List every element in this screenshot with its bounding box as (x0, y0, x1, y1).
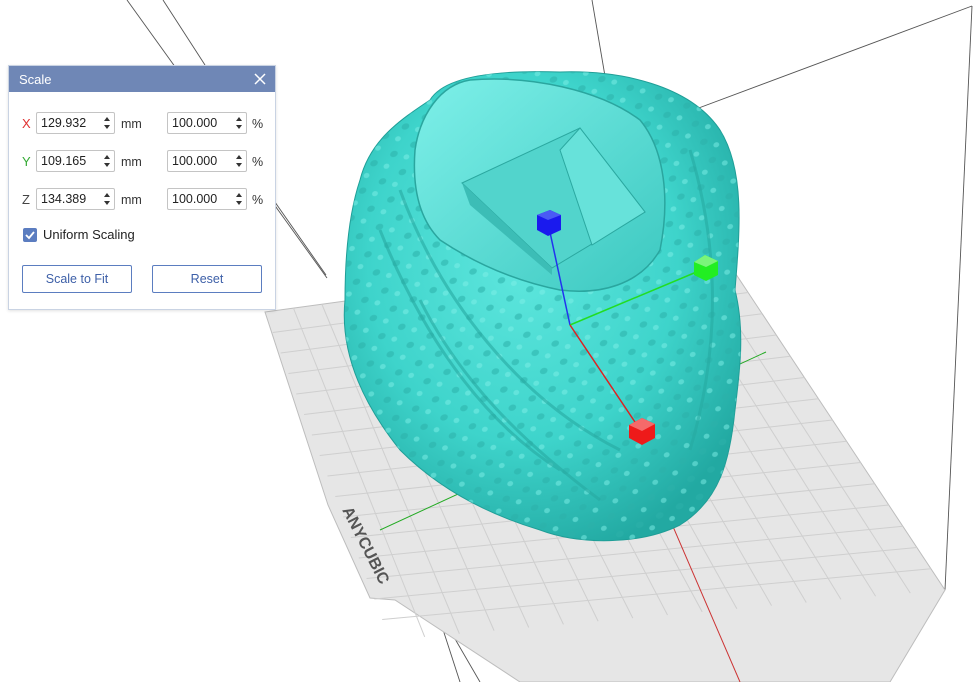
x-size-field[interactable] (36, 112, 115, 134)
x-axis-row: X mm % (9, 112, 275, 136)
z-size-stepper[interactable] (102, 191, 112, 207)
stepper-down-icon[interactable] (102, 161, 112, 169)
y-percent-stepper[interactable] (234, 153, 244, 169)
y-axis-label: Y (22, 154, 31, 169)
stepper-up-icon[interactable] (102, 191, 112, 199)
x-size-unit: mm (121, 117, 142, 131)
panel-title: Scale (19, 71, 52, 87)
scale-panel: Scale X mm % Y (8, 65, 276, 310)
reset-button[interactable]: Reset (152, 265, 262, 293)
z-axis-label: Z (22, 192, 30, 207)
stepper-down-icon[interactable] (102, 123, 112, 131)
stepper-up-icon[interactable] (234, 153, 244, 161)
x-axis-label: X (22, 116, 31, 131)
scale-to-fit-button[interactable]: Scale to Fit (22, 265, 132, 293)
uniform-scaling-checkbox[interactable] (23, 227, 37, 242)
z-axis-row: Z mm % (9, 188, 275, 212)
uniform-scaling-option[interactable]: Uniform Scaling (23, 227, 135, 242)
stepper-down-icon[interactable] (234, 199, 244, 207)
z-percent-input[interactable] (168, 191, 234, 207)
z-size-unit: mm (121, 193, 142, 207)
y-axis-row: Y mm % (9, 150, 275, 174)
y-size-input[interactable] (37, 153, 103, 169)
y-size-field[interactable] (36, 150, 115, 172)
x-size-stepper[interactable] (102, 115, 112, 131)
stepper-up-icon[interactable] (234, 115, 244, 123)
x-percent-input[interactable] (168, 115, 234, 131)
z-size-input[interactable] (37, 191, 103, 207)
x-percent-field[interactable] (167, 112, 247, 134)
stepper-down-icon[interactable] (234, 161, 244, 169)
y-percent-field[interactable] (167, 150, 247, 172)
z-percent-stepper[interactable] (234, 191, 244, 207)
panel-header: Scale (9, 66, 275, 92)
x-size-input[interactable] (37, 115, 103, 131)
stepper-up-icon[interactable] (234, 191, 244, 199)
z-percent-unit: % (252, 193, 264, 207)
checkmark-icon (25, 230, 35, 239)
stepper-up-icon[interactable] (102, 153, 112, 161)
close-icon[interactable] (251, 70, 269, 88)
y-percent-input[interactable] (168, 153, 234, 169)
x-percent-stepper[interactable] (234, 115, 244, 131)
y-size-stepper[interactable] (102, 153, 112, 169)
stepper-down-icon[interactable] (234, 123, 244, 131)
y-percent-unit: % (252, 155, 264, 169)
stepper-down-icon[interactable] (102, 199, 112, 207)
stepper-up-icon[interactable] (102, 115, 112, 123)
z-size-field[interactable] (36, 188, 115, 210)
z-percent-field[interactable] (167, 188, 247, 210)
y-size-unit: mm (121, 155, 142, 169)
uniform-scaling-label: Uniform Scaling (43, 227, 135, 242)
x-percent-unit: % (252, 117, 264, 131)
